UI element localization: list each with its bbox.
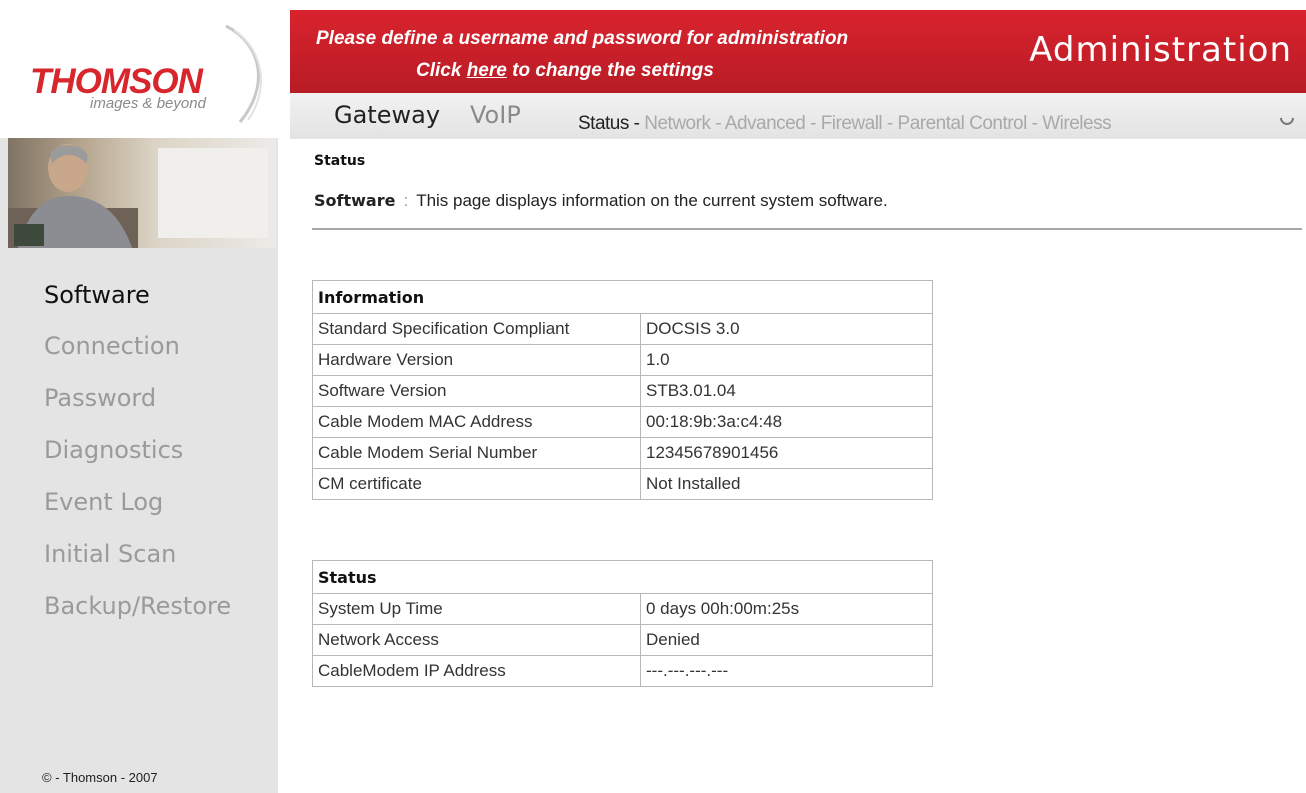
- top-nav: Gateway VoIP Status - Network - Advanced…: [290, 93, 1306, 139]
- subnav-separator: -: [882, 113, 898, 134]
- subnav-separator: -: [628, 113, 645, 134]
- subnav-separator: -: [1026, 113, 1043, 134]
- header-photo: [8, 138, 276, 248]
- row-label: Hardware Version: [312, 344, 641, 376]
- logo-area: THOMSON images & beyond: [0, 0, 290, 138]
- row-label: System Up Time: [312, 593, 641, 625]
- table-row: Cable Modem Serial Number 12345678901456: [312, 437, 933, 469]
- row-label: Standard Specification Compliant: [312, 313, 641, 345]
- sidebar-item-password[interactable]: Password: [44, 384, 156, 412]
- row-label: Network Access: [312, 624, 641, 656]
- information-table: Information Standard Specification Compl…: [312, 280, 933, 500]
- table-row: Hardware Version 1.0: [312, 344, 933, 376]
- subnav-advanced[interactable]: Advanced: [725, 113, 806, 134]
- row-value: 0 days 00h:00m:25s: [640, 593, 933, 625]
- sub-nav: Status - Network - Advanced - Firewall -…: [578, 113, 1112, 135]
- page-description-text: This page displays information on the cu…: [416, 191, 888, 210]
- row-label: Cable Modem Serial Number: [312, 437, 641, 469]
- table-row: Cable Modem MAC Address 00:18:9b:3a:c4:48: [312, 406, 933, 438]
- row-label: CM certificate: [312, 468, 641, 500]
- row-value: 12345678901456: [640, 437, 933, 469]
- section-title: Administration: [1029, 30, 1292, 70]
- subnav-status[interactable]: Status: [578, 113, 629, 134]
- row-value: Not Installed: [640, 468, 933, 500]
- sidebar-item-initial-scan[interactable]: Initial Scan: [44, 540, 176, 568]
- table-row: Software Version STB3.01.04: [312, 375, 933, 407]
- status-table: Status System Up Time 0 days 00h:00m:25s …: [312, 560, 933, 687]
- table-row: CableModem IP Address ---.---.---.---: [312, 655, 933, 687]
- tab-voip[interactable]: VoIP: [470, 101, 521, 129]
- page-colon: :: [403, 191, 409, 210]
- logo-swoosh-icon: [225, 24, 262, 123]
- row-label: Cable Modem MAC Address: [312, 406, 641, 438]
- table-header-row: Information: [312, 280, 933, 314]
- subnav-network[interactable]: Network: [644, 113, 711, 134]
- sidebar-item-diagnostics[interactable]: Diagnostics: [44, 436, 183, 464]
- subnav-wireless[interactable]: Wireless: [1042, 113, 1111, 134]
- loading-icon: [1277, 108, 1297, 128]
- sidebar-item-event-log[interactable]: Event Log: [44, 488, 163, 516]
- banner-action: Click here to change the settings: [416, 60, 714, 82]
- table-row: System Up Time 0 days 00h:00m:25s: [312, 593, 933, 625]
- banner-notice: Please define a username and password fo…: [316, 28, 849, 49]
- copyright-text: © - Thomson - 2007: [42, 770, 158, 785]
- sidebar-item-software[interactable]: Software: [44, 281, 150, 309]
- row-value: Denied: [640, 624, 933, 656]
- sidebar-item-connection[interactable]: Connection: [44, 332, 180, 360]
- page-keyword: Software: [314, 191, 396, 210]
- banner-action-suffix: to change the settings: [506, 60, 714, 81]
- row-value: ---.---.---.---: [640, 655, 933, 687]
- row-value: DOCSIS 3.0: [640, 313, 933, 345]
- subnav-parental-control[interactable]: Parental Control: [898, 113, 1028, 134]
- subnav-separator: -: [805, 113, 821, 134]
- table-header: Status: [312, 560, 933, 594]
- row-value: 1.0: [640, 344, 933, 376]
- change-settings-link[interactable]: here: [467, 60, 507, 81]
- table-header-row: Status: [312, 560, 933, 594]
- table-row: CM certificate Not Installed: [312, 468, 933, 500]
- table-header: Information: [312, 280, 933, 314]
- main-content: Status Software: This page displays infor…: [290, 139, 1306, 793]
- banner-action-prefix: Click: [416, 60, 467, 81]
- page-title: Status: [314, 153, 366, 169]
- sidebar-item-backup-restore[interactable]: Backup/Restore: [44, 592, 231, 620]
- tab-gateway[interactable]: Gateway: [334, 101, 440, 129]
- row-value: 00:18:9b:3a:c4:48: [640, 406, 933, 438]
- admin-page: THOMSON images & beyond Please define a …: [0, 0, 1306, 793]
- subnav-separator: -: [710, 113, 725, 134]
- divider: [312, 228, 1302, 230]
- row-label: CableModem IP Address: [312, 655, 641, 687]
- sidebar: Software Connection Password Diagnostics…: [0, 138, 278, 793]
- row-label: Software Version: [312, 375, 641, 407]
- table-row: Standard Specification Compliant DOCSIS 3…: [312, 313, 933, 345]
- person-photo-icon: [8, 144, 268, 248]
- page-description: Software: This page displays information …: [314, 191, 888, 211]
- table-row: Network Access Denied: [312, 624, 933, 656]
- brand-tagline: images & beyond: [90, 95, 206, 112]
- header-banner: Please define a username and password fo…: [290, 10, 1306, 93]
- subnav-firewall[interactable]: Firewall: [821, 113, 883, 134]
- row-value: STB3.01.04: [640, 375, 933, 407]
